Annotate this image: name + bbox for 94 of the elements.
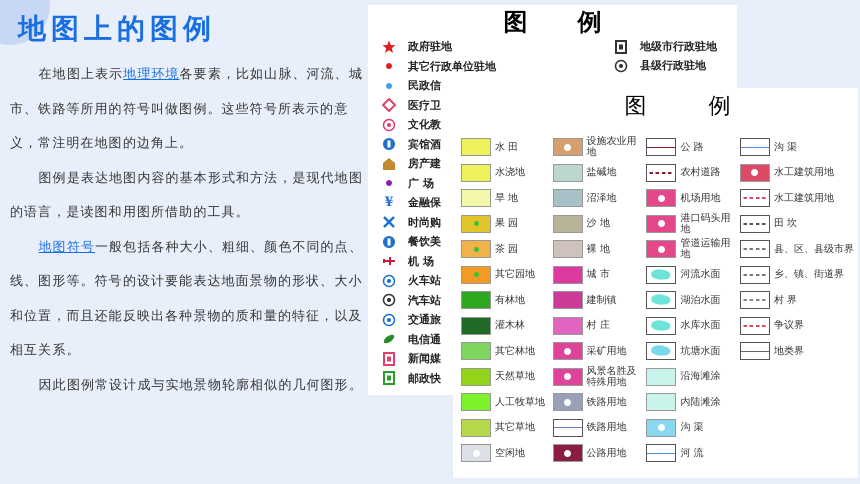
- paragraph: 在地图上表示地理环境各要素，比如山脉、河流、城市、铁路等所用的符号叫做图例。这些符号所表示的意义，常注明在地图的边角上。: [10, 66, 364, 153]
- legend-label: 文化教: [408, 117, 441, 132]
- circle-symbol-icon: [564, 144, 572, 150]
- legend-label: 交通旅: [408, 312, 441, 328]
- legend-label: 沟 渠: [680, 422, 704, 433]
- legend-label: 机场用地: [680, 192, 720, 204]
- legend-label: 公 路: [680, 142, 704, 152]
- legend-label: 房产建: [408, 156, 441, 172]
- legend-label: 政府驻地: [408, 39, 452, 54]
- legend-label: 邮政快: [408, 370, 441, 386]
- legend-label: 乡、镇、街道界: [774, 269, 844, 280]
- paragraph: 地图符号一般包括各种大小、粗细、颜色不同的点、线、图形等。符号的设计要能表达地面景物的形状、大小和位置，而且还能反映出各种景物的质和量的特征，以及相互关系。: [10, 238, 364, 360]
- legend-label: 沙 地: [586, 218, 610, 229]
- legend-label: 湖泊水面: [680, 294, 720, 306]
- circle-symbol-icon: [658, 424, 665, 431]
- legend-label: 地级市行政驻地: [640, 39, 717, 54]
- legend-label: 人工牧草地: [495, 396, 545, 408]
- legend-label: 管道运输用地: [680, 238, 732, 260]
- legend-label: 县、区、县级市界: [774, 244, 854, 254]
- legend-label: 采矿用地: [586, 346, 627, 356]
- legend-label: 水浇地: [495, 167, 525, 178]
- legend-label: 餐饮美: [408, 234, 441, 250]
- legend-title: 例: [578, 7, 602, 37]
- legend-label: 内陆滩涂: [680, 396, 720, 408]
- legend-label: 沟 渠: [774, 142, 798, 152]
- legend-label: 水工建筑用地: [774, 192, 834, 204]
- legend-label: 水工建筑用地: [774, 167, 834, 178]
- legend-label: 时尚购: [408, 214, 441, 230]
- legend-label: 地类界: [774, 346, 804, 356]
- legend-label: 水 田: [495, 142, 518, 152]
- text-link[interactable]: 地理环境: [123, 67, 180, 82]
- legend-label: 灌木林: [495, 320, 525, 331]
- legend-label: 沿海滩涂: [680, 371, 720, 382]
- legend-label: 机 场: [408, 254, 434, 269]
- legend-label: 果 园: [495, 218, 518, 229]
- legend-label: 旱 地: [495, 192, 518, 204]
- legend-label: 裸 地: [586, 244, 610, 254]
- legend-label: 火车站: [408, 273, 441, 288]
- circle-symbol-icon: [751, 169, 758, 176]
- paragraph: 因此图例常设计成与实地景物轮廓相似的几何图形。: [38, 376, 364, 394]
- legend-title: 例: [708, 93, 730, 121]
- circle-symbol-icon: [564, 348, 572, 354]
- circle-symbol-icon: [472, 450, 480, 456]
- legend-label: 其它行政单位驻地: [408, 58, 496, 74]
- legend-label: 其它草地: [495, 422, 535, 433]
- legend-label: 其它园地: [495, 269, 535, 280]
- legend-label: 农村道路: [680, 167, 720, 178]
- slide-title: 地图上的图例: [18, 11, 217, 47]
- legend-label: 天然草地: [495, 371, 535, 382]
- legend-label: 铁路用地: [586, 396, 627, 408]
- circle-symbol-icon: [658, 220, 665, 227]
- legend-label: 设施农业用地: [586, 136, 638, 158]
- legend-label: 港口码头用地: [680, 212, 732, 234]
- yen-icon: ¥: [382, 196, 396, 210]
- legend-label: 宾馆酒: [408, 136, 441, 152]
- legend-label: 金融保: [408, 195, 441, 210]
- text-link[interactable]: 地图符号: [38, 240, 95, 254]
- legend-label: 争议界: [774, 320, 804, 331]
- circle-symbol-icon: [564, 398, 572, 406]
- paragraph: 图例是表达地图内容的基本形式和方法，是现代地图的语言，是读图和用图所借助的工具。: [10, 170, 364, 222]
- legend-label: 沼泽地: [586, 192, 617, 204]
- legend-label: 水库水面: [680, 320, 720, 331]
- legend-label: 建制镇: [586, 294, 617, 306]
- legend-label: 新闻媒: [408, 351, 441, 366]
- legend-title: 图: [504, 7, 528, 37]
- circle-symbol-icon: [658, 246, 665, 252]
- legend-title: 图: [624, 93, 646, 121]
- legend-label: 城 市: [586, 269, 610, 280]
- legend-label: 村 界: [774, 294, 798, 306]
- legend-label: 坑塘水面: [680, 346, 720, 356]
- circle-symbol-icon: [658, 194, 665, 202]
- legend-label: 盐碱地: [586, 167, 617, 178]
- circle-symbol-icon: [564, 450, 572, 456]
- legend-label: 广 场: [408, 176, 434, 191]
- legend-label: 汽车站: [408, 292, 441, 308]
- legend-label: 电信通: [408, 332, 441, 347]
- circle-symbol-icon: [564, 373, 572, 380]
- dot-icon: [474, 246, 478, 252]
- dot-icon: [474, 221, 478, 226]
- legend-label: 铁路用地: [586, 422, 627, 433]
- legend-label: 县级行政驻地: [640, 58, 706, 73]
- dot-icon: [474, 272, 478, 277]
- legend-label: 公路用地: [586, 448, 627, 458]
- legend-label: 有林地: [495, 294, 525, 306]
- legend-label: 空闲地: [495, 448, 525, 458]
- legend-label: 村 庄: [586, 320, 610, 331]
- legend-label: 民政信: [408, 78, 441, 94]
- legend-label: 田 坎: [774, 218, 798, 229]
- legend-label: 河 流: [680, 448, 704, 458]
- legend-label: 风景名胜及特殊用地: [586, 366, 638, 388]
- legend-label: 医疗卫: [408, 98, 441, 113]
- legend-label: 河流水面: [680, 269, 720, 280]
- legend-label: 茶 园: [495, 244, 518, 254]
- legend-label: 其它林地: [495, 346, 535, 356]
